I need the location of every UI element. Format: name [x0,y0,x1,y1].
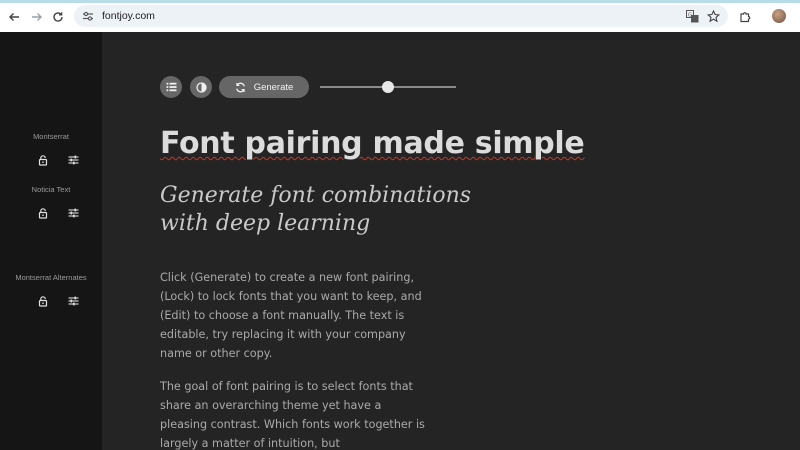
translate-icon[interactable]: G [684,8,700,24]
lock-icon[interactable] [37,207,49,219]
list-view-button[interactable] [160,76,182,98]
font-name-label: Montserrat [33,132,69,141]
headline-text[interactable]: Font pairing made simple [160,126,585,161]
edit-sliders-icon[interactable] [67,154,79,166]
url-text[interactable]: fontjoy.com [102,10,155,22]
contrast-slider[interactable] [320,80,456,94]
bookmark-star-icon[interactable] [705,8,721,24]
page-subheading[interactable]: Generate font combinations with deep lea… [160,182,520,238]
contrast-icon [195,81,207,93]
generate-label: Generate [253,81,294,93]
address-bar[interactable]: fontjoy.com G [74,5,728,27]
back-arrow-icon[interactable] [6,9,22,25]
body-paragraph-1[interactable]: Click (Generate) to create a new font pa… [160,268,430,363]
font-sidebar: Montserrat Noticia Text Montserrat Alter… [0,32,102,450]
forward-arrow-icon[interactable] [29,9,45,25]
lock-icon[interactable] [37,295,49,307]
reload-icon[interactable] [50,9,66,25]
body-paragraph-2[interactable]: The goal of font pairing is to select fo… [160,377,430,450]
generate-button[interactable]: Generate [219,76,309,98]
lock-icon[interactable] [37,154,49,166]
edit-sliders-icon[interactable] [67,207,79,219]
main-content: Generate Font pairing made simple Genera… [102,32,800,450]
browser-toolbar: fontjoy.com G [0,0,800,32]
list-icon [166,82,177,92]
extensions-icon[interactable] [737,8,753,24]
font-name-label: Noticia Text [31,185,71,194]
site-settings-icon[interactable] [80,8,96,24]
svg-text:G: G [688,12,692,18]
refresh-icon [235,82,246,93]
theme-toggle-button[interactable] [190,76,212,98]
page-headline[interactable]: Font pairing made simple [160,126,720,161]
profile-avatar[interactable] [772,9,786,23]
font-name-label: Montserrat Alternates [15,273,87,282]
slider-thumb[interactable] [382,81,394,93]
window-top-accent [0,0,800,3]
edit-sliders-icon[interactable] [67,295,79,307]
